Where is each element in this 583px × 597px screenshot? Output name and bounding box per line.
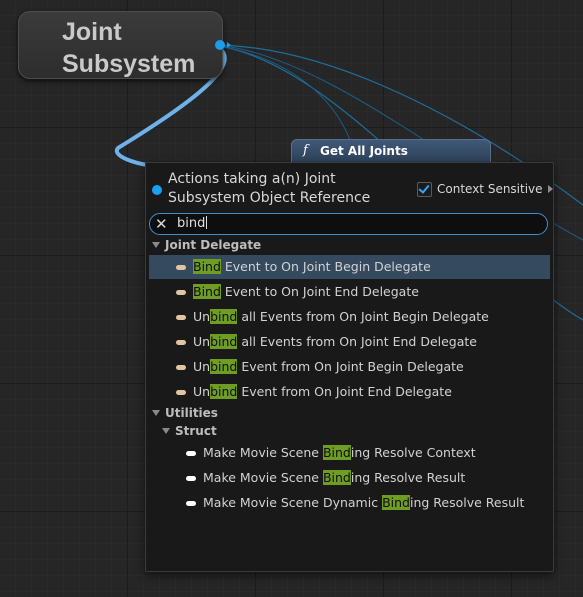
object-reference-icon	[152, 185, 162, 195]
function-pin-icon	[186, 501, 196, 506]
node-title: Joint Subsystem	[62, 18, 196, 78]
action-item[interactable]: Bind Event to On Joint Begin Delegate	[149, 255, 550, 279]
action-item[interactable]: Bind Event to On Joint End Delegate	[149, 280, 550, 304]
delegate-pin-icon	[176, 390, 186, 395]
delegate-pin-icon	[176, 340, 186, 345]
action-menu-header: Actions taking a(n) Joint Subsystem Obje…	[168, 171, 371, 206]
action-label: Make Movie Scene Dynamic Binding Resolve…	[203, 495, 525, 510]
action-label: Unbind all Events from On Joint Begin De…	[193, 309, 489, 324]
action-label: Bind Event to On Joint End Delegate	[193, 284, 419, 299]
chevron-right-icon[interactable]	[547, 185, 553, 193]
context-sensitive-checkbox[interactable]	[417, 181, 432, 197]
action-item[interactable]: Unbind all Events from On Joint Begin De…	[149, 305, 550, 329]
action-label: Unbind Event from On Joint End Delegate	[193, 384, 452, 399]
wire-to-right	[211, 44, 351, 141]
expand-arrow-icon[interactable]	[152, 242, 160, 248]
delegate-pin-icon	[176, 290, 186, 295]
search-field[interactable]: ✕ bind	[149, 213, 548, 235]
context-sensitive-label: Context Sensitive	[437, 182, 543, 196]
search-input[interactable]: bind	[177, 216, 208, 232]
delegate-pin-icon	[176, 315, 186, 320]
output-pin-icon[interactable]	[215, 40, 225, 50]
node-title: Get All Joints	[320, 144, 408, 158]
action-item[interactable]: Make Movie Scene Binding Resolve Context	[149, 441, 550, 465]
function-icon: f	[303, 143, 308, 158]
context-sensitive-toggle[interactable]: Context Sensitive	[417, 181, 553, 197]
action-item[interactable]: Unbind all Events from On Joint End Dele…	[149, 330, 550, 354]
action-item[interactable]: Make Movie Scene Dynamic Binding Resolve…	[149, 491, 550, 515]
pin-arrow-icon	[227, 42, 231, 48]
action-label: Bind Event to On Joint Begin Delegate	[193, 259, 431, 274]
category-utilities[interactable]: Utilities	[152, 405, 218, 421]
action-label: Make Movie Scene Binding Resolve Context	[203, 445, 476, 460]
delegate-pin-icon	[176, 265, 186, 270]
expand-arrow-icon[interactable]	[152, 410, 160, 416]
action-item[interactable]: Make Movie Scene Binding Resolve Result	[149, 466, 550, 490]
action-item[interactable]: Unbind Event from On Joint Begin Delegat…	[149, 355, 550, 379]
action-item[interactable]: Unbind Event from On Joint End Delegate	[149, 380, 550, 404]
action-menu: Actions taking a(n) Joint Subsystem Obje…	[145, 162, 554, 572]
action-label: Make Movie Scene Binding Resolve Result	[203, 470, 466, 485]
joint-subsystem-node[interactable]: Joint Subsystem	[18, 11, 231, 79]
delegate-pin-icon	[176, 365, 186, 370]
category-joint-delegate[interactable]: Joint Delegate	[152, 237, 261, 253]
action-label: Unbind Event from On Joint Begin Delegat…	[193, 359, 464, 374]
category-struct[interactable]: Struct	[162, 423, 217, 439]
close-icon[interactable]: ✕	[155, 215, 168, 233]
action-label: Unbind all Events from On Joint End Dele…	[193, 334, 477, 349]
function-pin-icon	[186, 476, 196, 481]
function-pin-icon	[186, 451, 196, 456]
expand-arrow-icon[interactable]	[162, 428, 170, 434]
